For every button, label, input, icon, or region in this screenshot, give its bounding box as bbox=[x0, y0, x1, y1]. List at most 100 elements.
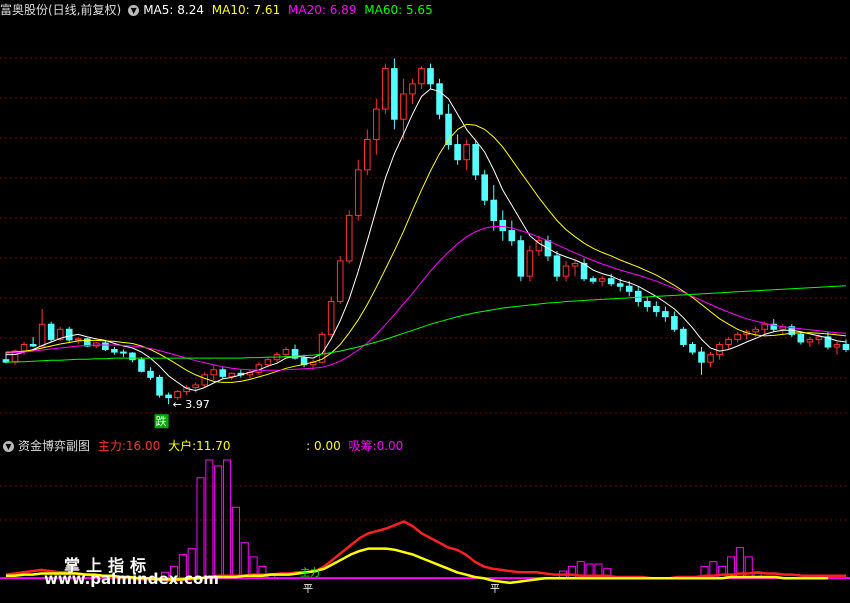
chevron-down-icon[interactable]: ▼ bbox=[3, 441, 14, 452]
sub-legend: ▼ 资金博弈副图 主力:16.00 大户:11.70 : 0.00 吸筹:0.00 bbox=[0, 436, 407, 456]
candle bbox=[634, 286, 642, 307]
candle bbox=[192, 382, 199, 393]
candle-body bbox=[490, 199, 498, 221]
candle bbox=[38, 309, 46, 348]
candle bbox=[318, 331, 326, 364]
candle bbox=[382, 63, 389, 115]
candle-body bbox=[472, 144, 479, 176]
candle bbox=[598, 276, 606, 287]
candle-body bbox=[698, 351, 705, 363]
candle bbox=[165, 392, 172, 405]
candle-body bbox=[616, 283, 624, 287]
candle-body bbox=[707, 354, 714, 363]
candle-body bbox=[282, 349, 290, 356]
candle bbox=[526, 245, 534, 282]
candle-body bbox=[454, 144, 461, 161]
candle bbox=[65, 326, 73, 342]
fall-tag: 跌 bbox=[156, 414, 167, 428]
candle bbox=[553, 250, 561, 282]
candle-body bbox=[427, 68, 434, 85]
candle-body bbox=[156, 376, 163, 396]
low-price-label: ← 3.97 bbox=[173, 398, 210, 411]
main-chart[interactable]: ← 3.97 跌 bbox=[0, 18, 850, 436]
candle-body bbox=[47, 323, 55, 340]
candle bbox=[138, 357, 145, 373]
candle-body bbox=[589, 278, 597, 282]
candle bbox=[201, 372, 209, 388]
candle bbox=[689, 341, 696, 355]
candle-body bbox=[373, 108, 380, 140]
energy-bar bbox=[718, 565, 727, 579]
candle-body bbox=[65, 328, 73, 341]
candle-body bbox=[111, 349, 118, 353]
candle-body bbox=[436, 83, 443, 115]
candle bbox=[517, 235, 525, 282]
candle bbox=[237, 369, 245, 378]
watermark-line2: www.palmindex.com bbox=[44, 570, 219, 588]
main-force-label: 主力: bbox=[97, 439, 126, 453]
candle bbox=[490, 185, 498, 231]
candle-body bbox=[391, 68, 398, 120]
candle bbox=[228, 372, 236, 380]
candle bbox=[779, 324, 787, 335]
candle bbox=[535, 235, 543, 256]
energy-bar bbox=[223, 459, 232, 579]
candle-body bbox=[354, 169, 362, 216]
candle-body bbox=[264, 359, 272, 366]
big-value: 11.70 bbox=[196, 439, 231, 453]
candle-body bbox=[598, 278, 606, 282]
energy-bar bbox=[196, 477, 205, 579]
candle bbox=[499, 210, 507, 241]
main-legend: 富奥股份(日线,前复权) ▼ MA5: 8.24 MA10: 7.61 MA20: … bbox=[0, 0, 437, 20]
candle bbox=[363, 129, 371, 175]
candle bbox=[463, 139, 470, 170]
chevron-down-icon[interactable]: ▼ bbox=[128, 5, 140, 16]
candle-body bbox=[228, 372, 236, 377]
candle-body bbox=[120, 351, 127, 354]
candle-body bbox=[29, 343, 37, 347]
candle bbox=[472, 139, 479, 180]
candle-body bbox=[734, 333, 741, 340]
sub-tag: 平 bbox=[303, 584, 313, 595]
candle-body bbox=[20, 343, 28, 352]
candle-body bbox=[833, 343, 841, 348]
energy-bar bbox=[205, 459, 214, 579]
candle bbox=[707, 352, 714, 368]
candle bbox=[671, 311, 678, 332]
candle-body bbox=[400, 93, 407, 120]
sub-tag: 主力 bbox=[300, 566, 320, 579]
candle-body bbox=[327, 300, 335, 335]
candle bbox=[743, 329, 750, 340]
candle-body bbox=[138, 359, 145, 372]
candle bbox=[336, 255, 344, 304]
candle bbox=[354, 159, 362, 221]
candle-body bbox=[653, 306, 660, 313]
candle-body bbox=[526, 250, 534, 277]
candle bbox=[508, 220, 516, 246]
candle-body bbox=[517, 240, 525, 277]
candle bbox=[436, 78, 443, 120]
main-force-value: 16.00 bbox=[125, 439, 161, 453]
candle-body bbox=[174, 391, 181, 399]
candle-body bbox=[219, 369, 227, 377]
candle bbox=[571, 260, 579, 277]
candle-body bbox=[192, 384, 199, 389]
candle bbox=[589, 276, 597, 284]
candle-body bbox=[201, 374, 209, 386]
candle bbox=[409, 78, 416, 105]
candle-body bbox=[815, 336, 823, 340]
candle bbox=[246, 369, 254, 379]
candle-body bbox=[806, 338, 814, 343]
candle-body bbox=[165, 394, 172, 399]
candle-body bbox=[643, 300, 651, 308]
candle bbox=[111, 347, 118, 355]
candle bbox=[291, 344, 299, 360]
candle bbox=[833, 341, 841, 355]
candle-body bbox=[562, 265, 570, 277]
candle bbox=[156, 374, 163, 398]
candle bbox=[418, 66, 425, 89]
candle-body bbox=[625, 285, 633, 292]
energy-bar bbox=[744, 556, 753, 579]
candle-body bbox=[689, 343, 696, 353]
candle-body bbox=[210, 369, 218, 376]
